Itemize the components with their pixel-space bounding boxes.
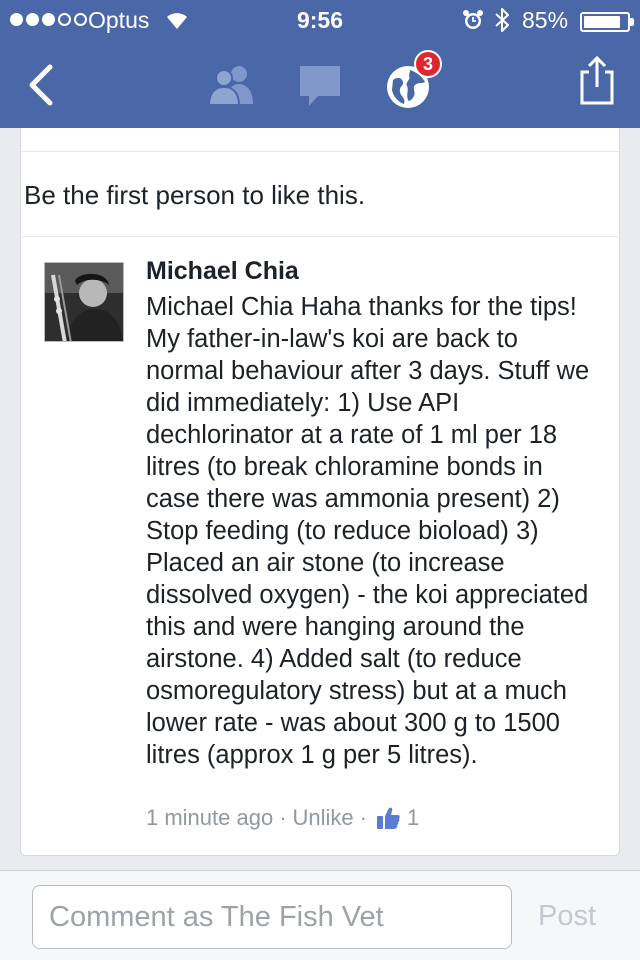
bluetooth-icon <box>495 8 509 32</box>
status-bar: Optus 9:56 85% <box>0 0 640 40</box>
like-count: 1 <box>407 805 420 830</box>
comment-author[interactable]: Michael Chia <box>146 257 299 286</box>
battery-fill <box>584 16 620 28</box>
share-icon[interactable] <box>576 54 618 106</box>
battery-tip <box>630 18 634 26</box>
comment-timestamp: 1 minute ago <box>146 805 274 830</box>
comment-text: Michael Chia Haha thanks for the tips! M… <box>146 293 590 769</box>
unlike-link[interactable]: Unlike <box>293 805 354 831</box>
notification-count-badge: 3 <box>414 50 442 78</box>
comment-input[interactable] <box>32 885 512 949</box>
messages-icon[interactable] <box>298 64 342 108</box>
meta-separator: · <box>279 805 287 830</box>
back-icon[interactable] <box>24 62 58 108</box>
alarm-icon <box>463 10 483 29</box>
thumbs-up-icon <box>377 807 400 829</box>
friends-icon[interactable] <box>206 64 258 106</box>
avatar-photo <box>45 263 123 341</box>
comment-meta: 1 minute ago · Unlike · 1 <box>146 805 419 831</box>
post-button[interactable]: Post <box>538 893 618 939</box>
battery-icon <box>580 12 630 32</box>
likes-summary: Be the first person to like this. <box>24 180 366 210</box>
battery-percent: 85% <box>522 7 569 33</box>
meta-separator: · <box>359 805 367 830</box>
avatar[interactable] <box>44 262 124 342</box>
likes-divider <box>20 236 620 237</box>
top-bar: Optus 9:56 85% 3 <box>0 0 640 128</box>
card-top-divider <box>21 128 619 152</box>
comment-composer: Post <box>0 870 640 960</box>
